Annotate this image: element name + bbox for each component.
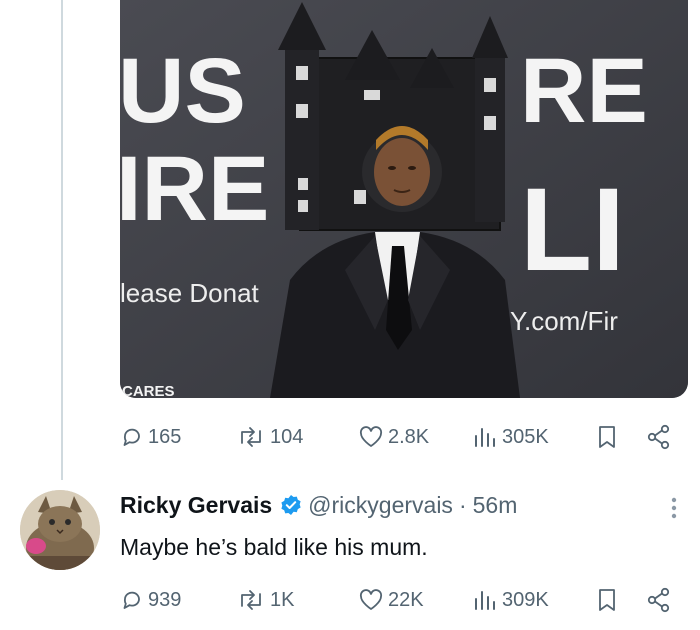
repost-button[interactable]: 1K	[236, 588, 294, 612]
reply-header: Ricky Gervais @rickygervais · 56m	[120, 488, 517, 522]
repost-count: 1K	[270, 588, 295, 611]
backdrop-word: US	[120, 40, 246, 142]
reply-count: 165	[148, 425, 182, 448]
reply-button[interactable]: 165	[120, 425, 181, 449]
like-button[interactable]: 22K	[358, 588, 424, 612]
bookmark-button[interactable]	[596, 587, 618, 613]
reply-count: 939	[148, 588, 182, 611]
more-options-button[interactable]	[668, 494, 680, 527]
share-button[interactable]	[646, 587, 672, 613]
post-media-image[interactable]: US RE IRE LI lease Donat Y.com/Fir CARES	[120, 0, 688, 398]
separator-dot: ·	[458, 491, 467, 518]
like-icon	[359, 426, 383, 447]
post-action-bar: 165 104 2.8K 305K	[120, 422, 680, 452]
thread-line	[61, 0, 63, 480]
more-icon	[671, 497, 677, 519]
avatar[interactable]	[20, 490, 100, 570]
post-time[interactable]: 56m	[473, 492, 518, 519]
repost-button[interactable]: 104	[236, 425, 303, 449]
like-count: 2.8K	[388, 425, 430, 448]
views-icon	[475, 428, 495, 447]
share-icon	[647, 424, 670, 450]
backdrop-word: RE	[520, 40, 648, 142]
views-button[interactable]: 309K	[472, 588, 549, 612]
backdrop-word: IRE	[120, 138, 269, 240]
bookmark-icon	[599, 426, 615, 448]
display-name[interactable]: Ricky Gervais	[120, 492, 272, 519]
repost-icon	[241, 427, 261, 447]
like-count: 22K	[388, 588, 424, 611]
repost-count: 104	[270, 425, 304, 448]
backdrop-logo-text: CARES	[122, 383, 175, 398]
backdrop-url-text: Y.com/Fir	[510, 306, 618, 336]
views-button[interactable]: 305K	[472, 425, 549, 449]
views-count: 305K	[502, 425, 549, 448]
share-icon	[647, 587, 670, 613]
photo-illustration: US RE IRE LI lease Donat Y.com/Fir CARES	[120, 0, 688, 398]
backdrop-word: LI	[520, 164, 625, 296]
reply-text: Maybe he’s bald like his mum.	[120, 534, 428, 560]
backdrop-donate-text: lease Donat	[120, 278, 260, 308]
verified-badge-icon	[280, 494, 302, 516]
reply-icon	[123, 428, 140, 446]
user-handle[interactable]: @rickygervais	[308, 492, 453, 519]
share-button[interactable]	[646, 424, 672, 450]
reply-icon	[123, 591, 140, 609]
reply-button[interactable]: 939	[120, 588, 181, 612]
cat-avatar-icon	[20, 490, 100, 570]
bookmark-button[interactable]	[596, 424, 618, 450]
bookmark-icon	[599, 589, 615, 611]
repost-icon	[241, 590, 261, 610]
views-icon	[475, 591, 495, 610]
like-button[interactable]: 2.8K	[358, 425, 429, 449]
like-icon	[359, 589, 383, 610]
views-count: 309K	[502, 588, 549, 611]
reply-action-bar: 939 1K 22K 309K	[120, 585, 680, 615]
